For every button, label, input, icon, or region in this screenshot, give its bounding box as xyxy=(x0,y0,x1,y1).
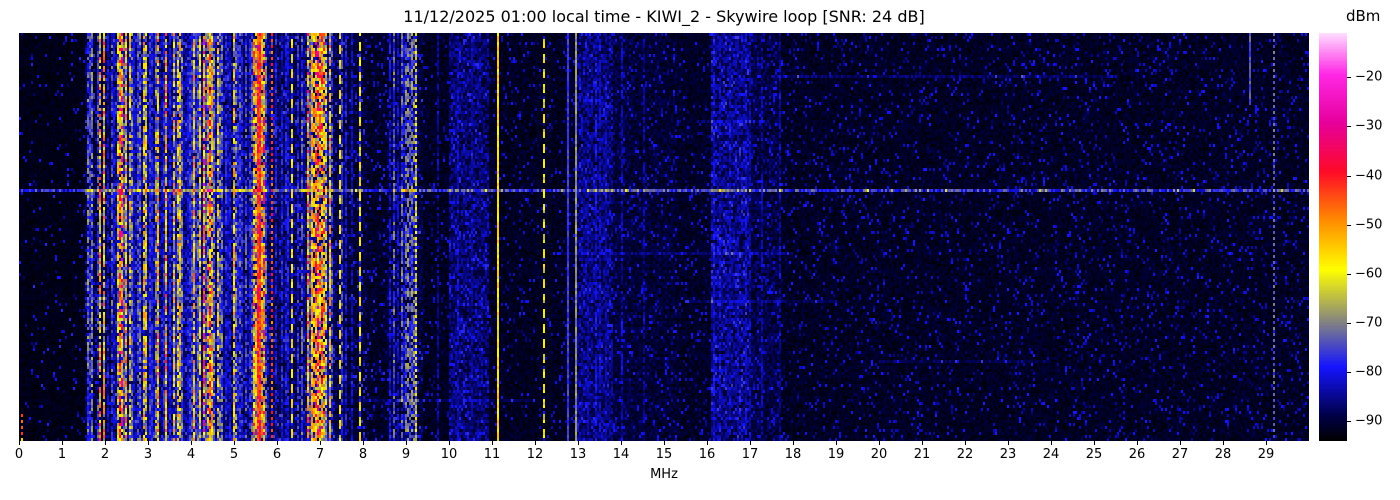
colorbar-tick-label: −60 xyxy=(1355,266,1383,282)
x-axis-label: MHz xyxy=(650,467,678,482)
x-tick-label: 20 xyxy=(870,447,888,462)
x-tick-label: 16 xyxy=(698,447,716,462)
x-tick-label: 18 xyxy=(784,447,802,462)
x-tick-label: 19 xyxy=(827,447,845,462)
colorbar-tick xyxy=(1347,77,1351,79)
x-tick xyxy=(449,441,450,445)
x-tick-label: 17 xyxy=(741,447,759,462)
colorbar-tick-label: −50 xyxy=(1355,217,1383,233)
x-tick-label: 1 xyxy=(57,447,67,462)
x-tick-label: 15 xyxy=(655,447,673,462)
x-tick-label: 14 xyxy=(612,447,630,462)
x-tick xyxy=(19,441,20,445)
x-tick-label: 6 xyxy=(272,447,282,462)
x-tick xyxy=(406,441,407,445)
colorbar-tick-label: −80 xyxy=(1355,364,1383,380)
x-tick xyxy=(492,441,493,445)
colorbar-tick xyxy=(1347,126,1351,128)
x-tick xyxy=(277,441,278,445)
colorbar-tick-label: −70 xyxy=(1355,315,1383,331)
x-tick xyxy=(105,441,106,445)
x-tick-label: 22 xyxy=(956,447,974,462)
x-tick-label: 8 xyxy=(358,447,368,462)
x-tick xyxy=(1094,441,1095,445)
x-tick xyxy=(1008,441,1009,445)
waterfall-plot xyxy=(19,33,1309,441)
x-tick xyxy=(1051,441,1052,445)
x-tick-label: 13 xyxy=(569,447,587,462)
x-tick-label: 3 xyxy=(143,447,153,462)
x-tick-label: 2 xyxy=(100,447,110,462)
x-tick xyxy=(750,441,751,445)
x-tick xyxy=(1137,441,1138,445)
x-tick-label: 23 xyxy=(999,447,1017,462)
x-tick xyxy=(148,441,149,445)
colorbar-tick xyxy=(1347,224,1351,226)
x-tick-label: 26 xyxy=(1128,447,1146,462)
colorbar-tick xyxy=(1347,372,1351,374)
x-tick-label: 28 xyxy=(1214,447,1232,462)
x-tick-label: 12 xyxy=(526,447,544,462)
x-tick-label: 29 xyxy=(1257,447,1275,462)
x-tick xyxy=(879,441,880,445)
x-tick-label: 9 xyxy=(401,447,411,462)
colorbar-tick-label: −40 xyxy=(1355,168,1383,184)
x-tick-label: 4 xyxy=(186,447,196,462)
x-tick xyxy=(922,441,923,445)
colorbar-tick xyxy=(1347,273,1351,275)
x-tick-label: 7 xyxy=(315,447,325,462)
x-tick xyxy=(363,441,364,445)
x-tick-label: 0 xyxy=(14,447,24,462)
x-tick-label: 24 xyxy=(1042,447,1060,462)
x-tick xyxy=(621,441,622,445)
x-tick xyxy=(320,441,321,445)
x-tick xyxy=(62,441,63,445)
x-tick xyxy=(836,441,837,445)
x-tick-label: 10 xyxy=(440,447,458,462)
colorbar-tick xyxy=(1347,323,1351,325)
colorbar-tick xyxy=(1347,175,1351,177)
x-tick-label: 5 xyxy=(229,447,239,462)
x-tick xyxy=(578,441,579,445)
x-tick xyxy=(535,441,536,445)
colorbar-gradient xyxy=(1319,33,1347,441)
x-tick-label: 27 xyxy=(1171,447,1189,462)
chart-title: 11/12/2025 01:00 local time - KIWI_2 - S… xyxy=(403,7,925,26)
waterfall-canvas xyxy=(19,33,1309,441)
colorbar-tick-label: −20 xyxy=(1355,69,1383,85)
x-tick xyxy=(1223,441,1224,445)
colorbar-tick-label: −90 xyxy=(1355,413,1383,429)
x-tick-label: 11 xyxy=(483,447,501,462)
x-tick xyxy=(664,441,665,445)
x-tick xyxy=(191,441,192,445)
kiwisdr-snr-spectrogram: 11/12/2025 01:00 local time - KIWI_2 - S… xyxy=(0,0,1400,500)
x-tick-label: 25 xyxy=(1085,447,1103,462)
colorbar-tick xyxy=(1347,421,1351,423)
x-tick xyxy=(965,441,966,445)
x-tick xyxy=(234,441,235,445)
x-tick xyxy=(707,441,708,445)
x-tick xyxy=(1180,441,1181,445)
colorbar-label: dBm xyxy=(1346,7,1381,25)
colorbar-tick-label: −30 xyxy=(1355,118,1383,134)
x-tick-label: 21 xyxy=(913,447,931,462)
x-tick xyxy=(1266,441,1267,445)
x-tick xyxy=(793,441,794,445)
